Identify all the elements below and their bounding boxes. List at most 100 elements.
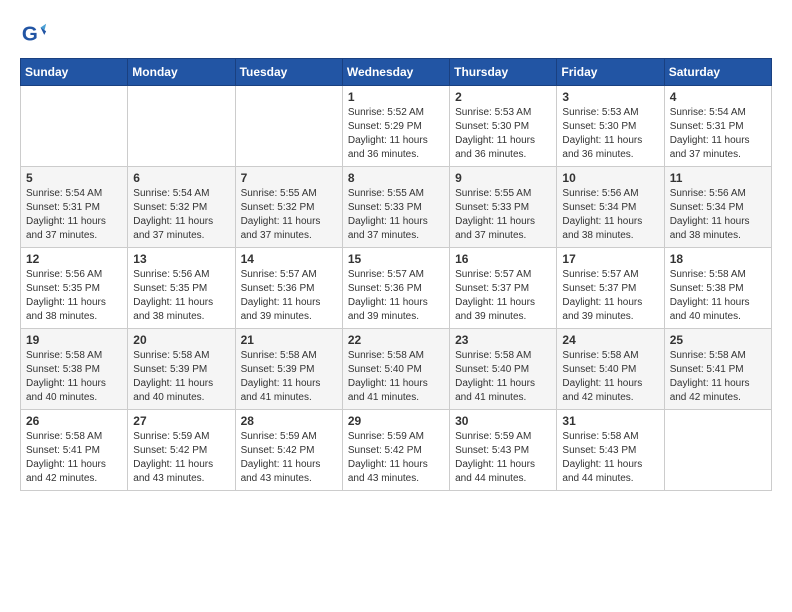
calendar-day-cell: 23 Sunrise: 5:58 AMSunset: 5:40 PMDayligh… [450, 329, 557, 410]
calendar-day-cell: 27 Sunrise: 5:59 AMSunset: 5:42 PMDayligh… [128, 410, 235, 491]
day-info: Sunrise: 5:58 AMSunset: 5:38 PMDaylight:… [26, 349, 122, 405]
day-number: 29 [348, 414, 444, 428]
day-info: Sunrise: 5:59 AMSunset: 5:42 PMDaylight:… [241, 430, 337, 486]
day-info: Sunrise: 5:56 AMSunset: 5:34 PMDaylight:… [562, 187, 658, 243]
day-info: Sunrise: 5:53 AMSunset: 5:30 PMDaylight:… [562, 106, 658, 162]
day-info: Sunrise: 5:58 AMSunset: 5:39 PMDaylight:… [133, 349, 229, 405]
weekday-header-friday: Friday [557, 59, 664, 86]
calendar-table: SundayMondayTuesdayWednesdayThursdayFrid… [20, 58, 772, 491]
weekday-header-monday: Monday [128, 59, 235, 86]
day-number: 26 [26, 414, 122, 428]
calendar-day-cell: 21Sunrise: 5:58 AMSunset: 5:39 PMDayligh… [235, 329, 342, 410]
day-info: Sunrise: 5:58 AMSunset: 5:40 PMDaylight:… [455, 349, 551, 405]
day-number: 9 [455, 171, 551, 185]
day-info: Sunrise: 5:58 AMSunset: 5:40 PMDaylight:… [562, 349, 658, 405]
day-number: 10 [562, 171, 658, 185]
calendar-day-cell: 22 Sunrise: 5:58 AMSunset: 5:40 PMDayligh… [342, 329, 449, 410]
calendar-day-cell: 28 Sunrise: 5:59 AMSunset: 5:42 PMDayligh… [235, 410, 342, 491]
day-number: 16 [455, 252, 551, 266]
calendar-day-cell: 2Sunrise: 5:53 AMSunset: 5:30 PMDaylight… [450, 86, 557, 167]
calendar-day-cell: 12 Sunrise: 5:56 AMSunset: 5:35 PMDayligh… [21, 248, 128, 329]
logo-icon: G [20, 20, 48, 48]
calendar-week-row: 19 Sunrise: 5:58 AMSunset: 5:38 PMDayligh… [21, 329, 772, 410]
day-number: 5 [26, 171, 122, 185]
day-info: Sunrise: 5:55 AMSunset: 5:32 PMDaylight:… [241, 187, 337, 243]
empty-calendar-cell [235, 86, 342, 167]
day-number: 24 [562, 333, 658, 347]
day-info: Sunrise: 5:56 AMSunset: 5:35 PMDaylight:… [26, 268, 122, 324]
calendar-day-cell: 8Sunrise: 5:55 AMSunset: 5:33 PMDaylight… [342, 167, 449, 248]
day-info: Sunrise: 5:55 AMSunset: 5:33 PMDaylight:… [348, 187, 444, 243]
weekday-header-tuesday: Tuesday [235, 59, 342, 86]
day-number: 3 [562, 90, 658, 104]
calendar-day-cell: 10 Sunrise: 5:56 AMSunset: 5:34 PMDayligh… [557, 167, 664, 248]
calendar-day-cell: 4 Sunrise: 5:54 AMSunset: 5:31 PMDaylight… [664, 86, 771, 167]
day-number: 18 [670, 252, 766, 266]
calendar-week-row: 12 Sunrise: 5:56 AMSunset: 5:35 PMDayligh… [21, 248, 772, 329]
calendar-week-row: 26Sunrise: 5:58 AMSunset: 5:41 PMDayligh… [21, 410, 772, 491]
calendar-day-cell: 7 Sunrise: 5:55 AMSunset: 5:32 PMDaylight… [235, 167, 342, 248]
day-info: Sunrise: 5:55 AMSunset: 5:33 PMDaylight:… [455, 187, 551, 243]
calendar-day-cell: 24 Sunrise: 5:58 AMSunset: 5:40 PMDayligh… [557, 329, 664, 410]
calendar-day-cell: 17 Sunrise: 5:57 AMSunset: 5:37 PMDayligh… [557, 248, 664, 329]
day-number: 22 [348, 333, 444, 347]
day-number: 14 [241, 252, 337, 266]
day-number: 13 [133, 252, 229, 266]
calendar-day-cell: 29Sunrise: 5:59 AMSunset: 5:42 PMDayligh… [342, 410, 449, 491]
calendar-day-cell: 18Sunrise: 5:58 AMSunset: 5:38 PMDayligh… [664, 248, 771, 329]
calendar-day-cell: 3 Sunrise: 5:53 AMSunset: 5:30 PMDaylight… [557, 86, 664, 167]
calendar-day-cell: 9 Sunrise: 5:55 AMSunset: 5:33 PMDaylight… [450, 167, 557, 248]
page-header: G [20, 20, 772, 48]
day-info: Sunrise: 5:59 AMSunset: 5:43 PMDaylight:… [455, 430, 551, 486]
calendar-day-cell: 16 Sunrise: 5:57 AMSunset: 5:37 PMDayligh… [450, 248, 557, 329]
day-number: 2 [455, 90, 551, 104]
calendar-day-cell: 25 Sunrise: 5:58 AMSunset: 5:41 PMDayligh… [664, 329, 771, 410]
calendar-day-cell: 19 Sunrise: 5:58 AMSunset: 5:38 PMDayligh… [21, 329, 128, 410]
calendar-day-cell: 6 Sunrise: 5:54 AMSunset: 5:32 PMDaylight… [128, 167, 235, 248]
day-info: Sunrise: 5:54 AMSunset: 5:32 PMDaylight:… [133, 187, 229, 243]
day-number: 25 [670, 333, 766, 347]
calendar-day-cell: 1Sunrise: 5:52 AMSunset: 5:29 PMDaylight… [342, 86, 449, 167]
day-info: Sunrise: 5:58 AMSunset: 5:39 PMDaylight:… [241, 349, 337, 405]
day-info: Sunrise: 5:59 AMSunset: 5:42 PMDaylight:… [133, 430, 229, 486]
day-number: 11 [670, 171, 766, 185]
calendar-day-cell: 30 Sunrise: 5:59 AMSunset: 5:43 PMDayligh… [450, 410, 557, 491]
day-number: 4 [670, 90, 766, 104]
day-number: 6 [133, 171, 229, 185]
weekday-header-wednesday: Wednesday [342, 59, 449, 86]
calendar-day-cell: 31 Sunrise: 5:58 AMSunset: 5:43 PMDayligh… [557, 410, 664, 491]
day-number: 28 [241, 414, 337, 428]
calendar-day-cell: 20 Sunrise: 5:58 AMSunset: 5:39 PMDayligh… [128, 329, 235, 410]
calendar-week-row: 5 Sunrise: 5:54 AMSunset: 5:31 PMDaylight… [21, 167, 772, 248]
weekday-header-thursday: Thursday [450, 59, 557, 86]
day-info: Sunrise: 5:58 AMSunset: 5:43 PMDaylight:… [562, 430, 658, 486]
day-number: 23 [455, 333, 551, 347]
calendar-day-cell: 11Sunrise: 5:56 AMSunset: 5:34 PMDayligh… [664, 167, 771, 248]
calendar-day-cell: 26Sunrise: 5:58 AMSunset: 5:41 PMDayligh… [21, 410, 128, 491]
day-number: 31 [562, 414, 658, 428]
day-info: Sunrise: 5:54 AMSunset: 5:31 PMDaylight:… [26, 187, 122, 243]
day-number: 20 [133, 333, 229, 347]
day-number: 17 [562, 252, 658, 266]
day-number: 1 [348, 90, 444, 104]
day-info: Sunrise: 5:54 AMSunset: 5:31 PMDaylight:… [670, 106, 766, 162]
day-info: Sunrise: 5:57 AMSunset: 5:37 PMDaylight:… [455, 268, 551, 324]
day-info: Sunrise: 5:56 AMSunset: 5:35 PMDaylight:… [133, 268, 229, 324]
calendar-day-cell: 15Sunrise: 5:57 AMSunset: 5:36 PMDayligh… [342, 248, 449, 329]
day-number: 15 [348, 252, 444, 266]
day-number: 7 [241, 171, 337, 185]
svg-text:G: G [22, 23, 38, 46]
weekday-header-saturday: Saturday [664, 59, 771, 86]
day-info: Sunrise: 5:58 AMSunset: 5:41 PMDaylight:… [670, 349, 766, 405]
day-info: Sunrise: 5:58 AMSunset: 5:40 PMDaylight:… [348, 349, 444, 405]
day-info: Sunrise: 5:57 AMSunset: 5:37 PMDaylight:… [562, 268, 658, 324]
weekday-header-sunday: Sunday [21, 59, 128, 86]
day-number: 27 [133, 414, 229, 428]
day-number: 30 [455, 414, 551, 428]
calendar-day-cell: 13 Sunrise: 5:56 AMSunset: 5:35 PMDayligh… [128, 248, 235, 329]
day-number: 19 [26, 333, 122, 347]
empty-calendar-cell [664, 410, 771, 491]
day-number: 12 [26, 252, 122, 266]
day-info: Sunrise: 5:57 AMSunset: 5:36 PMDaylight:… [241, 268, 337, 324]
weekday-header-row: SundayMondayTuesdayWednesdayThursdayFrid… [21, 59, 772, 86]
